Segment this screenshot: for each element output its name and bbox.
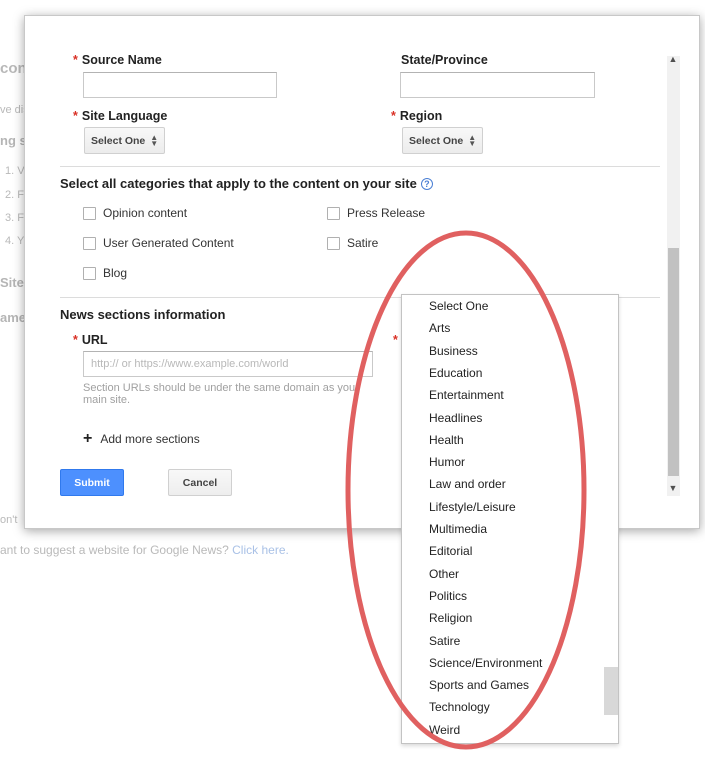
news-sections-title: News sections information bbox=[60, 307, 226, 322]
dropdown-option[interactable]: Headlines bbox=[429, 411, 482, 425]
dropdown-option[interactable]: Technology bbox=[429, 700, 490, 714]
dropdown-option[interactable]: Weird bbox=[429, 723, 460, 737]
dropdown-scroll-thumb[interactable] bbox=[604, 667, 618, 715]
checkbox[interactable] bbox=[327, 236, 340, 250]
dropdown-option[interactable]: Multimedia bbox=[429, 522, 487, 536]
category-opinion[interactable]: Opinion content bbox=[83, 206, 187, 220]
site-language-select[interactable]: Select One ▲ ▼ bbox=[84, 127, 166, 154]
dialog-scroll-thumb[interactable] bbox=[668, 248, 679, 476]
updown-arrows-icon: ▲ ▼ bbox=[468, 132, 477, 148]
dropdown-option[interactable]: Health bbox=[429, 433, 464, 447]
dropdown-option[interactable]: Lifestyle/Leisure bbox=[429, 500, 516, 514]
categories-title: Select all categories that apply to the … bbox=[60, 176, 433, 191]
dropdown-option[interactable]: Business bbox=[429, 344, 478, 358]
dropdown-option[interactable]: Education bbox=[429, 366, 482, 380]
state-province-input[interactable] bbox=[400, 72, 595, 98]
region-select[interactable]: Select One ▲ ▼ bbox=[402, 127, 484, 154]
bg-text-fragment: on't bbox=[0, 514, 18, 526]
divider bbox=[60, 166, 660, 167]
suggest-link[interactable]: Click here. bbox=[232, 543, 289, 557]
checkbox[interactable] bbox=[83, 266, 96, 280]
source-name-input[interactable] bbox=[83, 72, 277, 98]
bg-name-fragment: ame bbox=[0, 310, 27, 325]
dropdown-option[interactable]: Religion bbox=[429, 611, 472, 625]
region-label: * Region bbox=[391, 109, 443, 123]
add-more-sections-button[interactable]: + Add more sections bbox=[83, 430, 200, 447]
dropdown-option[interactable]: Humor bbox=[429, 455, 465, 469]
category-dropdown-list[interactable]: Select One Arts Business Education Entertain… bbox=[401, 294, 619, 744]
dropdown-option[interactable]: Sports and Games bbox=[429, 678, 529, 692]
checkbox[interactable] bbox=[327, 206, 340, 220]
dropdown-option[interactable]: Select One bbox=[429, 299, 488, 313]
category-satire[interactable]: Satire bbox=[327, 236, 378, 250]
dropdown-option[interactable]: Politics bbox=[429, 589, 467, 603]
state-province-label: State/Province bbox=[401, 53, 488, 67]
plus-icon: + bbox=[83, 430, 93, 447]
category-press-release[interactable]: Press Release bbox=[327, 206, 425, 220]
category-blog[interactable]: Blog bbox=[83, 266, 127, 280]
dropdown-option[interactable]: Editorial bbox=[429, 544, 472, 558]
help-icon[interactable]: ? bbox=[420, 178, 433, 190]
dropdown-option[interactable]: Satire bbox=[429, 634, 460, 648]
bg-suggest-text: ant to suggest a website for Google News… bbox=[0, 543, 289, 557]
dropdown-option[interactable]: Law and order bbox=[429, 477, 506, 491]
dropdown-option[interactable]: Entertainment bbox=[429, 388, 504, 402]
url-hint: Section URLs should be under the same do… bbox=[83, 382, 359, 406]
site-language-label: * Site Language bbox=[73, 109, 168, 123]
suggest-text: ant to suggest a website for Google News… bbox=[0, 543, 229, 557]
scroll-down-icon[interactable]: ▼ bbox=[667, 483, 679, 493]
category-user-generated[interactable]: User Generated Content bbox=[83, 236, 234, 250]
bg-list-item: 2. F bbox=[5, 189, 24, 201]
bg-list-item: 4. Y bbox=[5, 235, 25, 247]
bg-subheading-fragment: ng s bbox=[0, 133, 27, 148]
dropdown-option[interactable]: Science/Environment bbox=[429, 656, 542, 670]
dropdown-option[interactable]: Arts bbox=[429, 321, 450, 335]
bg-list-item: 1. V bbox=[5, 165, 25, 177]
updown-arrows-icon: ▲ ▼ bbox=[150, 132, 159, 148]
dropdown-option[interactable]: Other bbox=[429, 567, 459, 581]
bg-heading-fragment: con bbox=[0, 60, 27, 77]
scroll-up-icon[interactable]: ▲ bbox=[667, 54, 679, 64]
bg-list-item: 3. F bbox=[5, 212, 24, 224]
checkbox[interactable] bbox=[83, 236, 96, 250]
source-name-label: * Source Name bbox=[73, 53, 162, 67]
section-url-input[interactable] bbox=[83, 351, 373, 377]
submit-button[interactable]: Submit bbox=[60, 469, 124, 496]
checkbox[interactable] bbox=[83, 206, 96, 220]
url-label: * URL bbox=[73, 333, 108, 347]
cancel-button[interactable]: Cancel bbox=[168, 469, 232, 496]
